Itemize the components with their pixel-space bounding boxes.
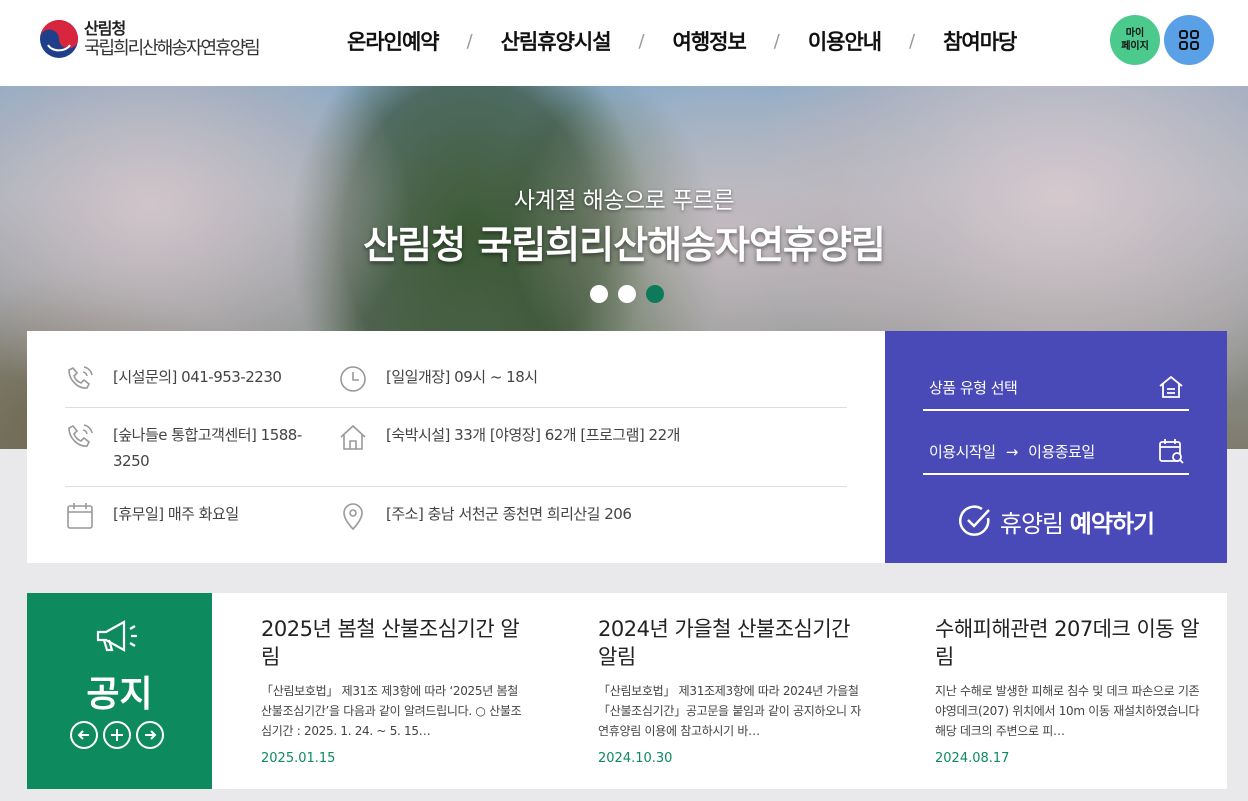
notice-item-title: 수해피해관련 207데크 이동 알림 [935,617,1200,669]
reservation-widget: 상품 유형 선택 이용시작일 → 이용종료일 휴양림 예약하기 [885,331,1227,563]
notice-item-date: 2024.08.17 [935,751,1010,766]
notice-item-body: 「산림보호법」 제31조제3항에 따라 2024년 가을철「산불조심기간」공고문… [598,684,862,738]
notice-item-title: 2025년 봄철 산불조심기간 알림 [261,617,520,669]
start-date-label: 이용시작일 [929,443,996,461]
logo-site-name: 국립희리산해송자연휴양림 [84,37,261,59]
info-row: [시설문의] 041-953-2230 [일일개장] 09시 ~ 18시 [65,331,847,408]
nav-travel-info[interactable]: 여행정보 [673,26,747,56]
nav-facilities[interactable]: 산림휴양시설 [501,26,612,56]
nav-usage-guide[interactable]: 이용안내 [808,26,882,56]
info-row: [휴무일] 매주 화요일 [주소] 충남 서천군 종천면 희리산길 206 [65,487,847,563]
info-facilities: [숙박시설] 33개 [야영장] 62개 [프로그램] 22개 [386,426,680,444]
notice-item-body: 「산림보호법」 제31조 제3항에 따라 ‘2025년 봄철 산불조심기간’을 … [261,684,522,738]
megaphone-icon [96,620,137,652]
end-date-label: 이용종료일 [1028,443,1095,461]
date-range-picker[interactable]: 이용시작일 → 이용종료일 [923,425,1189,475]
facility-info-panel: [시설문의] 041-953-2230 [일일개장] 09시 ~ 18시 [숲나… [27,331,885,563]
product-type-label: 상품 유형 선택 [929,379,1018,397]
notice-title: 공지 [86,674,153,715]
notice-next-button[interactable] [136,721,164,749]
mypage-label-1: 마이 [1125,28,1145,39]
slide-pagination [590,285,674,303]
notice-more-button[interactable] [103,721,131,749]
site-logo[interactable]: 산림청 국립희리산해송자연휴양림 [38,18,261,60]
nav-online-reservation[interactable]: 온라인예약 [347,26,440,56]
hero-subtitle: 사계절 해송으로 푸르른 [513,188,735,214]
info-address: [주소] 충남 서천군 종천면 희리산길 206 [386,505,632,523]
check-circle-icon [958,505,990,536]
notice-item-title: 2024년 가을철 산불조심기간알림 [598,617,851,669]
nav-community[interactable]: 참여마당 [943,26,1017,56]
phone-icon [68,424,93,447]
nav-separator: / [466,30,473,52]
calendar-search-icon [1159,439,1184,464]
main-nav: 온라인예약 / 산림휴양시설 / 여행정보 / 이용안내 / 참여마당 [347,26,1017,56]
grid-menu-icon [1179,30,1199,50]
reserve-button-prefix: 휴양림 [999,509,1064,538]
info-phone: [시설문의] 041-953-2230 [113,368,282,386]
reserve-button-label: 예약하기 [1069,509,1155,538]
house-list-icon [1159,375,1183,398]
info-row: [숲나들e 통합고객센터] 1588- 3250 [숙박시설] 33개 [야영장]… [65,408,847,487]
slide-dot-1[interactable] [590,285,608,303]
arrow-right-icon [145,730,157,740]
clock-icon [340,366,366,392]
notice-controls [70,721,169,749]
all-menu-button[interactable] [1164,15,1214,65]
slide-dot-3[interactable] [646,285,664,303]
logo-org: 산림청 [84,18,126,38]
nav-separator: / [909,30,916,52]
nav-separator: / [638,30,645,52]
info-hours: [일일개장] 09시 ~ 18시 [386,368,538,386]
info-call-center: [숲나들e 통합고객센터] 1588- 3250 [113,426,302,470]
notice-item[interactable]: 2024년 가을철 산불조심기간알림 「산림보호법」 제31조제3항에 따라 2… [598,615,868,766]
arrow-icon: → [1005,443,1019,461]
notice-item[interactable]: 2025년 봄철 산불조심기간 알림 「산림보호법」 제31조 제3항에 따라 … [261,615,531,766]
location-pin-icon [343,503,363,531]
phone-icon [68,366,93,389]
calendar-icon [67,503,93,529]
site-header: 산림청 국립희리산해송자연휴양림 온라인예약 / 산림휴양시설 / 여행정보 /… [0,0,1248,86]
info-closed-day: [휴무일] 매주 화요일 [113,505,239,523]
nav-separator: / [773,30,780,52]
house-icon [340,424,366,450]
slide-dot-2[interactable] [618,285,636,303]
notice-list: 2025년 봄철 산불조심기간 알림 「산림보호법」 제31조 제3항에 따라 … [212,593,1227,789]
notice-item[interactable]: 수해피해관련 207데크 이동 알림 지난 수해로 발생한 피해로 침수 및 데… [935,615,1205,766]
notice-item-date: 2024.10.30 [598,751,673,766]
reserve-button[interactable]: 휴양림 예약하기 [923,499,1189,543]
arrow-left-icon [77,730,89,740]
notice-item-date: 2025.01.15 [261,751,336,766]
mypage-label-2: 페이지 [1121,41,1149,52]
hero-title: 산림청 국립희리산해송자연휴양림 [363,223,886,267]
korea-emblem-icon [40,20,78,58]
product-type-select[interactable]: 상품 유형 선택 [923,361,1189,411]
notice-header: 공지 [27,593,226,789]
plus-icon [111,729,123,741]
notice-prev-button[interactable] [70,721,98,749]
notice-item-body: 지난 수해로 발생한 피해로 침수 및 데크 파손으로 기존 야영데크(207)… [935,684,1200,738]
mypage-button[interactable]: 마이 페이지 [1110,15,1160,65]
